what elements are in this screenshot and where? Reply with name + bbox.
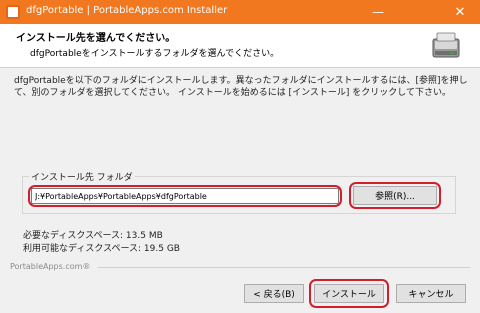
- window-title: dfgPortable | PortableApps.com Installer: [26, 5, 228, 16]
- install-button[interactable]: インストール: [314, 284, 384, 303]
- available-space: 利用可能なディスクスペース: 19.5 GB: [23, 244, 180, 254]
- wizard-header: インストール先を選んでください。 dfgPortableをインストールするフォル…: [0, 24, 480, 68]
- destination-folder-label: インストール先 フォルダ: [29, 170, 135, 183]
- app-icon: [6, 5, 20, 19]
- footer-divider: [98, 267, 470, 268]
- back-button[interactable]: < 戻る(B): [244, 284, 304, 303]
- minimize-button[interactable]: —: [358, 0, 398, 24]
- instructions-text: dfgPortableを以下のフォルダにインストールします。異なったフォルダにイ…: [14, 76, 468, 98]
- page-subtitle: dfgPortableをインストールするフォルダを選んでください。: [30, 49, 280, 59]
- wizard-body: dfgPortableを以下のフォルダにインストールします。異なったフォルダにイ…: [0, 68, 480, 313]
- required-space: 必要なディスクスペース: 13.5 MB: [23, 231, 163, 241]
- close-button[interactable]: ✕: [440, 0, 480, 24]
- cancel-button[interactable]: キャンセル: [396, 284, 466, 303]
- title-bar: dfgPortable | PortableApps.com Installer…: [0, 0, 480, 24]
- page-title: インストール先を選んでください。: [16, 33, 176, 44]
- destination-folder-group: インストール先 フォルダ 参照(R)...: [22, 170, 456, 214]
- portableapps-brand: PortableApps.com®: [10, 262, 91, 271]
- browse-button[interactable]: 参照(R)...: [353, 186, 437, 205]
- disk-icon: [432, 32, 460, 58]
- destination-path-input[interactable]: [31, 188, 339, 204]
